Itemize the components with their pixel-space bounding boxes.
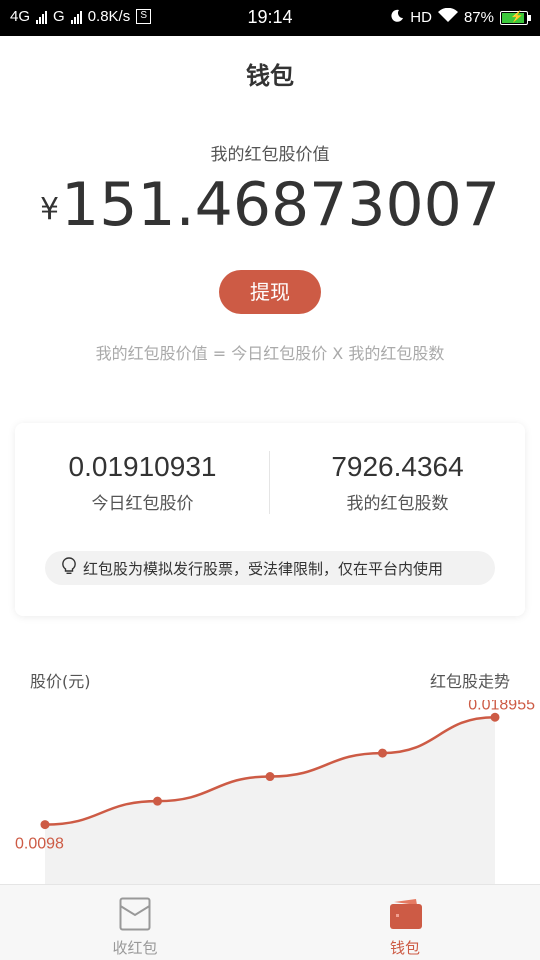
tab-wallet[interactable]: 钱包 (270, 885, 540, 960)
tab-receive-label: 收红包 (112, 939, 158, 957)
withdraw-button[interactable]: 提现 (219, 270, 321, 314)
page-title: 钱包 (246, 62, 294, 90)
lightbulb-icon (61, 557, 77, 579)
price-label: 今日红包股价 (91, 494, 194, 514)
status-right: HD 87% ⚡ (390, 7, 531, 27)
wallet-value: ¥151.46873007 (0, 170, 540, 240)
tab-wallet-label: 钱包 (389, 939, 420, 957)
wifi-icon (437, 7, 458, 27)
moon-icon (390, 9, 404, 27)
chart-label-first: 0.0098 (15, 836, 64, 853)
value-label: 我的红包股价值 (210, 145, 330, 165)
value-formula: 我的红包股价值 = 今日红包股价 X 我的红包股数 (95, 344, 445, 363)
stock-trend-chart: 0.0098 0.018955 (15, 700, 535, 885)
price-value: 0.01910931 (68, 451, 217, 482)
shares-value: 7926.4364 (331, 451, 464, 482)
tab-bar: 收红包 钱包 (0, 884, 540, 960)
chart-point (153, 796, 162, 806)
battery-icon: ⚡ (500, 10, 531, 25)
chart-point (378, 748, 387, 758)
hd-label: HD (410, 9, 432, 26)
shares-label: 我的红包股数 (346, 494, 449, 514)
currency-symbol: ¥ (39, 192, 60, 227)
stats-card: 0.01910931 今日红包股价 7926.4364 我的红包股数 红包股为模… (15, 423, 525, 616)
envelope-icon (119, 897, 151, 931)
notice-banner: 红包股为模拟发行股票，受法律限制，仅在平台内使用 (45, 551, 495, 585)
shares-stat: 7926.4364 我的红包股数 (270, 451, 525, 514)
chart-point (265, 772, 275, 782)
chart-point (490, 712, 500, 722)
notice-text: 红包股为模拟发行股票，受法律限制，仅在平台内使用 (83, 559, 444, 578)
wallet-icon (389, 897, 422, 931)
tab-receive[interactable]: 收红包 (0, 885, 270, 960)
chart-title: 红包股走势 (429, 672, 510, 691)
wallet-value-number: 151.46873007 (61, 170, 501, 240)
chart-label-last: 0.018955 (468, 700, 535, 713)
chart-point (40, 820, 50, 830)
battery-percent: 87% (463, 9, 494, 26)
price-stat: 0.01910931 今日红包股价 (15, 451, 270, 514)
status-bar: 4G G 0.8K/s S 19:14 HD 87% ⚡ (0, 0, 540, 36)
chart-ylabel: 股价(元) (30, 672, 91, 691)
